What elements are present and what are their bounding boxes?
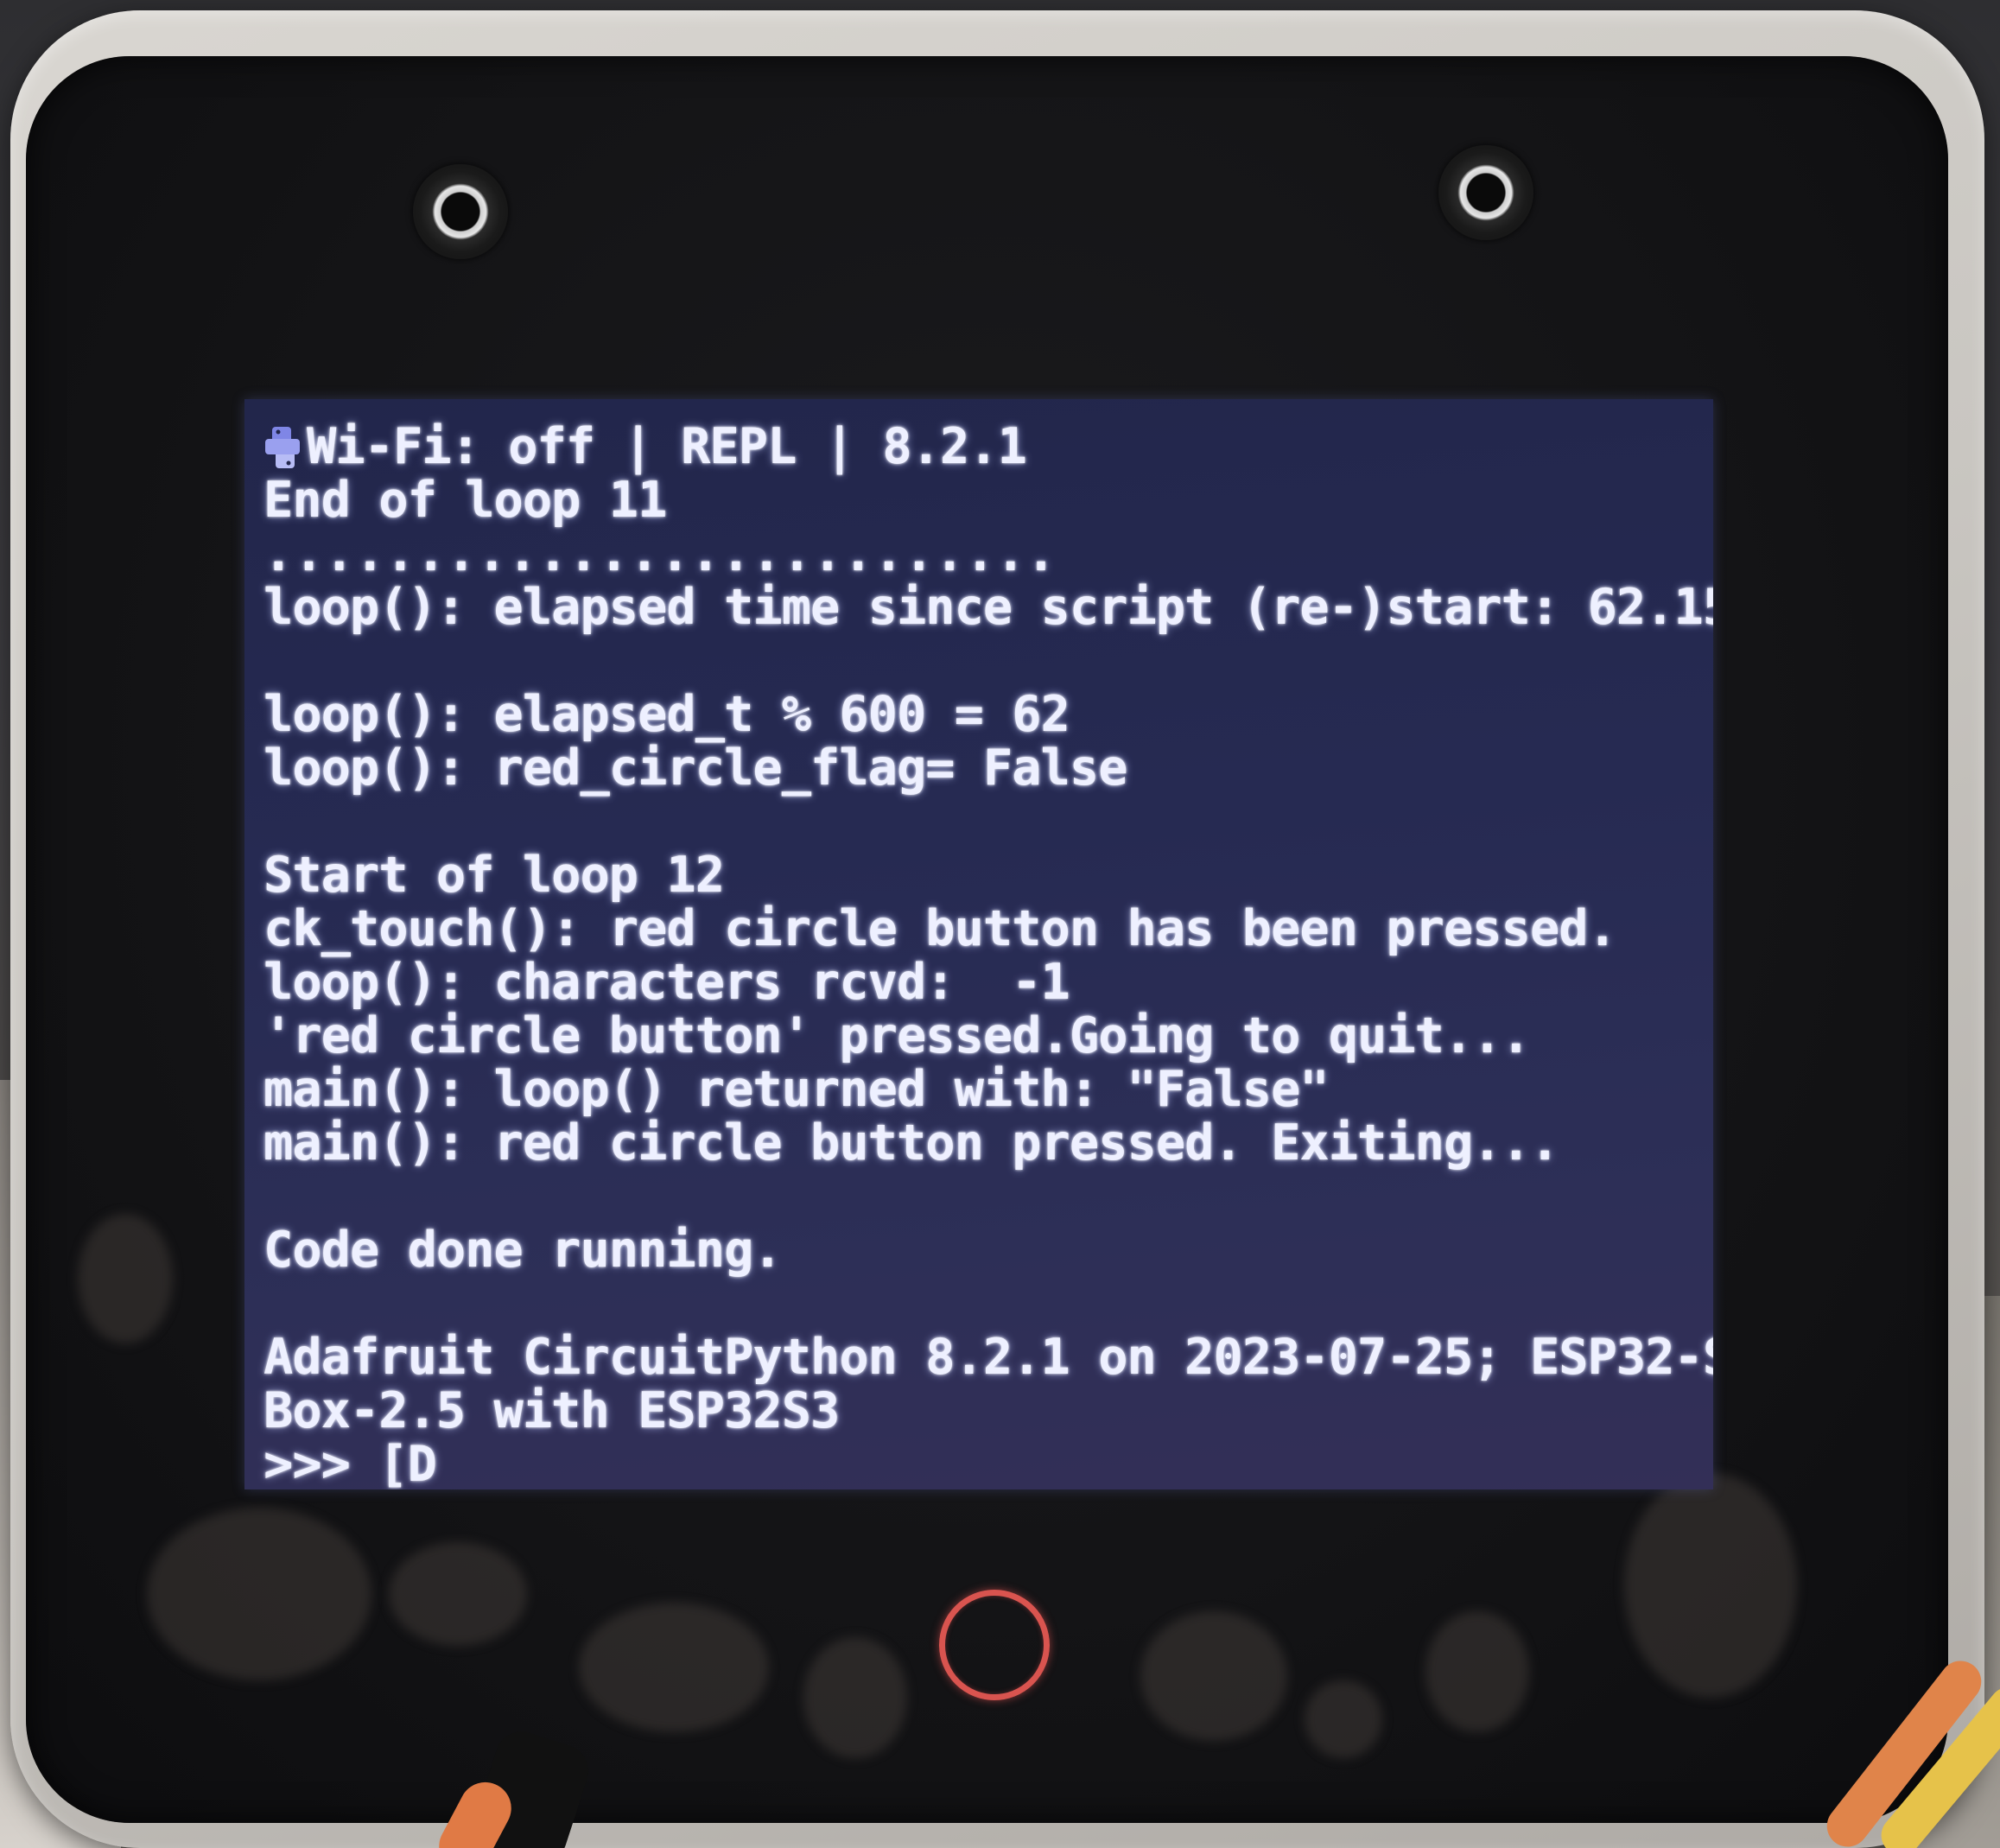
repl-prompt[interactable]: >>> [D	[263, 1438, 1698, 1489]
terminal-line: ck_touch(): red circle button has been p…	[263, 900, 1617, 957]
terminal-line: ..........................	[263, 525, 1057, 582]
red-circle-icon[interactable]	[939, 1590, 1050, 1700]
terminal-line: loop(): characters rcvd: -1	[263, 954, 1070, 1011]
photo-scene: Wi-Fi: off | REPL | 8.2.1 End of loop 11…	[0, 0, 2000, 1848]
terminal-line: Start of loop 12	[263, 847, 725, 904]
repl-terminal[interactable]: Wi-Fi: off | REPL | 8.2.1 End of loop 11…	[263, 420, 1713, 1489]
terminal-line: loop(): elapsed_t % 600 = 62	[263, 686, 1070, 743]
status-bar-text: Wi-Fi: off | REPL | 8.2.1	[307, 418, 1027, 475]
terminal-line: main(): loop() returned with: "False"	[263, 1061, 1330, 1118]
lcd-screen: Wi-Fi: off | REPL | 8.2.1 End of loop 11…	[244, 399, 1713, 1489]
terminal-line: Code done running.	[263, 1222, 783, 1279]
status-bar: Wi-Fi: off | REPL | 8.2.1	[263, 420, 1698, 473]
terminal-line: main(): red circle button pressed. Exiti…	[263, 1115, 1559, 1172]
terminal-line: Adafruit CircuitPython 8.2.1 on 2023-07-…	[263, 1329, 1713, 1386]
camera-left-icon	[413, 164, 508, 259]
terminal-line: Box-2.5 with ESP32S3	[263, 1382, 840, 1439]
terminal-line: loop(): elapsed time since script (re-)s…	[263, 579, 1713, 636]
terminal-line: End of loop 11	[263, 472, 667, 529]
python-icon	[265, 427, 300, 468]
camera-right-icon	[1438, 145, 1533, 240]
terminal-line: 'red circle button' pressed.Going to qui…	[263, 1007, 1531, 1064]
terminal-line: loop(): red_circle_flag= False	[263, 740, 1128, 797]
